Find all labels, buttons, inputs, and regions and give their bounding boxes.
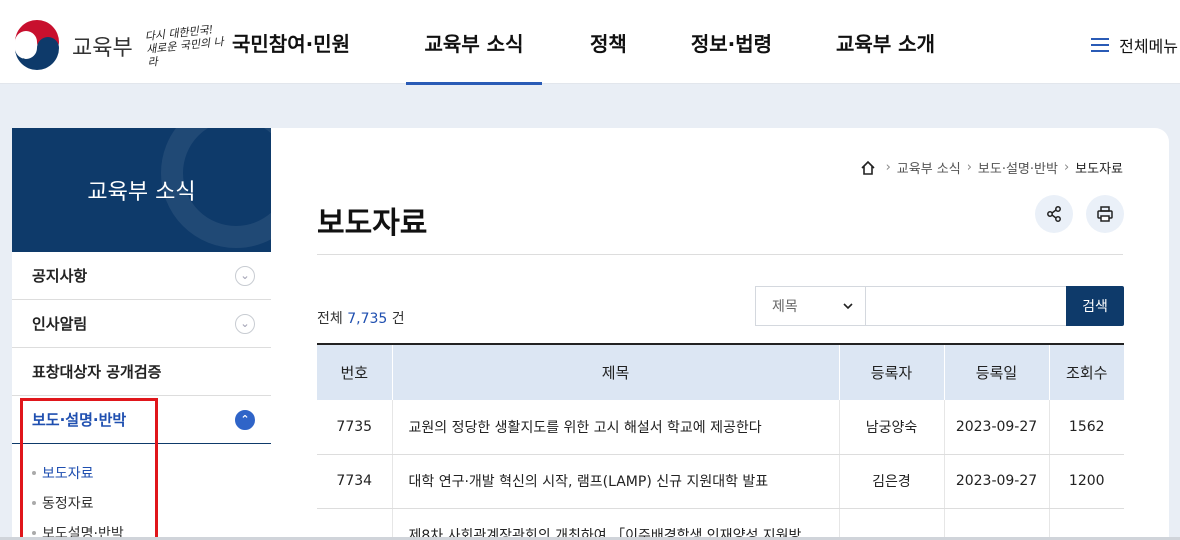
- bullet-icon: [32, 471, 36, 475]
- home-icon[interactable]: [860, 160, 876, 176]
- table-row[interactable]: 7735 교원의 정당한 생활지도를 위한 고시 해설서 학교에 제공한다 남궁…: [317, 400, 1124, 455]
- cell-author: 남궁양숙: [838, 400, 944, 455]
- search-input[interactable]: [865, 286, 1067, 326]
- nav-about[interactable]: 교육부 소개: [836, 0, 935, 84]
- main-nav: 국민참여·민원 교육부 소식 정책 정보·법령 교육부 소개: [232, 0, 935, 85]
- all-menu-label: 전체메뉴: [1119, 37, 1178, 56]
- nav-news[interactable]: 교육부 소식: [406, 0, 542, 85]
- table-row[interactable]: 제8차 사회관계장관회의 개최하여 「이주배경학생 인재양성 지원방: [317, 508, 1124, 540]
- cell-author: 김은경: [838, 454, 944, 509]
- chevron-right-icon: ›: [1063, 160, 1070, 175]
- col-date: 등록일: [943, 343, 1049, 400]
- breadcrumb-item[interactable]: 보도·설명·반박: [978, 158, 1058, 177]
- sub-item-activity[interactable]: 동정자료: [32, 488, 271, 518]
- chevron-right-icon: ›: [966, 160, 972, 175]
- nav-citizen[interactable]: 국민참여·민원: [232, 0, 382, 84]
- all-menu-button[interactable]: 전체메뉴: [1091, 33, 1178, 57]
- sub-item-press-release[interactable]: 보도자료: [32, 458, 271, 488]
- table-header-row: 번호 제목 등록자 등록일 조회수: [317, 343, 1124, 400]
- cell-title-link[interactable]: 대학 연구·개발 혁신의 시작, 램프(LAMP) 신규 지원대학 발표: [391, 454, 839, 509]
- cell-date: [943, 508, 1049, 540]
- total-count: 전체 7,735 건: [317, 308, 405, 328]
- cell-views: 1200: [1048, 454, 1124, 509]
- chevron-right-icon: ›: [885, 160, 891, 175]
- cell-number: 7734: [317, 454, 392, 509]
- sidebar: 교육부 소식 공지사항 ⌄ 인사알림 ⌄ 표창대상자 공개검증 보도·설명·반박…: [12, 128, 271, 540]
- sidebar-title: 교육부 소식: [87, 180, 196, 205]
- logo-text[interactable]: 교육부: [72, 30, 133, 62]
- search-button[interactable]: 검색: [1066, 286, 1124, 326]
- main-content: › 교육부 소식 › 보도·설명·반박 › 보도자료 보도자료 전체 7,735…: [271, 128, 1169, 540]
- print-icon: [1097, 206, 1113, 222]
- chevron-up-icon[interactable]: ⌃: [235, 409, 255, 430]
- cell-date: 2023-09-27: [943, 454, 1049, 509]
- bullet-icon: [32, 531, 36, 535]
- sub-item-label: 동정자료: [42, 496, 94, 512]
- press-table: 번호 제목 등록자 등록일 조회수 7735 교원의 정당한 생활지도를 위한 …: [317, 343, 1124, 540]
- table-row[interactable]: 7734 대학 연구·개발 혁신의 시작, 램프(LAMP) 신규 지원대학 발…: [317, 454, 1124, 509]
- cell-views: [1048, 508, 1124, 540]
- sidebar-sub-list: 보도자료 동정자료 보도설명·반박: [12, 444, 271, 540]
- sidebar-item-label: 인사알림: [32, 315, 88, 333]
- hamburger-icon: [1091, 38, 1110, 52]
- sidebar-item-label: 공지사항: [32, 267, 88, 285]
- sidebar-item-press[interactable]: 보도·설명·반박 ⌃: [12, 396, 271, 444]
- title-divider: [317, 254, 1123, 255]
- chevron-down-icon[interactable]: ⌄: [235, 313, 255, 334]
- print-button[interactable]: [1086, 195, 1124, 233]
- taegeuk-logo-icon[interactable]: [12, 20, 62, 70]
- breadcrumb-item-current: 보도자료: [1075, 162, 1123, 177]
- chevron-down-icon: [843, 303, 853, 310]
- sidebar-item-personnel[interactable]: 인사알림 ⌄: [12, 300, 271, 348]
- total-number: 7,735: [347, 311, 388, 327]
- col-title: 제목: [391, 343, 839, 400]
- nav-policy[interactable]: 정책: [590, 0, 627, 84]
- cell-author: [838, 508, 944, 540]
- sidebar-item-label: 표창대상자 공개검증: [32, 363, 162, 381]
- breadcrumb: › 교육부 소식 › 보도·설명·반박 › 보도자료: [860, 158, 1123, 177]
- search-field-select[interactable]: 제목: [755, 286, 865, 326]
- sidebar-item-award[interactable]: 표창대상자 공개검증: [12, 348, 271, 396]
- sidebar-item-label: 보도·설명·반박: [32, 411, 127, 429]
- cell-number: 7735: [317, 400, 392, 455]
- cell-number: [317, 508, 392, 540]
- breadcrumb-item[interactable]: 교육부 소식: [897, 158, 961, 177]
- search-select-value: 제목: [772, 299, 798, 315]
- sub-item-label: 보도자료: [42, 466, 94, 482]
- cell-views: 1562: [1048, 400, 1124, 455]
- cell-date: 2023-09-27: [943, 400, 1049, 455]
- site-header: 교육부 다시 대한민국! 새로운 국민의 나라 국민참여·민원 교육부 소식 정…: [0, 0, 1180, 85]
- col-number: 번호: [317, 343, 392, 400]
- total-suffix: 건: [391, 311, 405, 327]
- share-button[interactable]: [1035, 195, 1073, 233]
- total-prefix: 전체: [317, 311, 343, 327]
- chevron-down-icon[interactable]: ⌄: [235, 265, 255, 286]
- cell-title-link[interactable]: 제8차 사회관계장관회의 개최하여 「이주배경학생 인재양성 지원방: [391, 508, 839, 540]
- sidebar-header: 교육부 소식: [12, 128, 271, 252]
- col-views: 조회수: [1048, 343, 1124, 400]
- cell-title-link[interactable]: 교원의 정당한 생활지도를 위한 고시 해설서 학교에 제공한다: [391, 400, 839, 455]
- col-author: 등록자: [838, 343, 944, 400]
- nav-info-law[interactable]: 정보·법령: [691, 0, 772, 84]
- bullet-icon: [32, 501, 36, 505]
- page-title: 보도자료: [317, 206, 428, 241]
- sidebar-item-notice[interactable]: 공지사항 ⌄: [12, 252, 271, 300]
- slogan: 다시 대한민국! 새로운 국민의 나라: [144, 22, 228, 69]
- share-icon: [1047, 206, 1061, 222]
